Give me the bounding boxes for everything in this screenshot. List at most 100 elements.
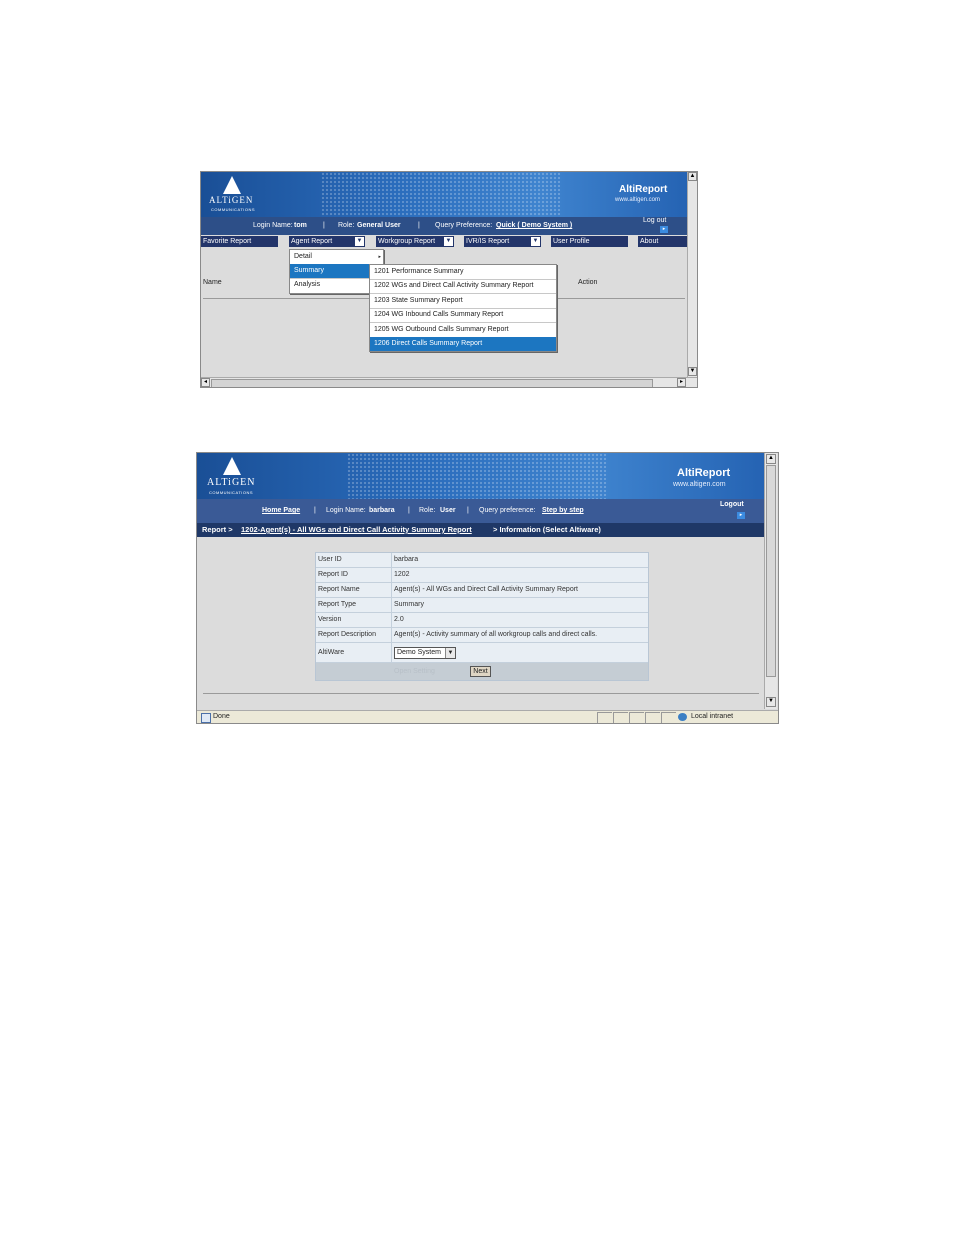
brand-title: AltiReport bbox=[619, 184, 668, 195]
role-label: Role: bbox=[419, 507, 436, 514]
logout-link[interactable]: Logout bbox=[720, 501, 744, 508]
menu-user-profile[interactable]: User Profile bbox=[551, 236, 628, 247]
scroll-up-icon[interactable]: ▲ bbox=[688, 172, 697, 181]
status-text: Done bbox=[213, 713, 230, 720]
login-value: tom bbox=[294, 222, 307, 229]
column-name: Name bbox=[203, 279, 222, 286]
logout-arrow-icon[interactable]: ▸ bbox=[737, 512, 745, 519]
row-value: Agent(s) - All WGs and Direct Call Activ… bbox=[394, 586, 578, 593]
breadcrumb: Report > 1202-Agent(s) - All WGs and Dir… bbox=[197, 523, 764, 537]
query-label: Query Preference: bbox=[435, 222, 493, 229]
query-preference-link[interactable]: Quick ( Demo System ) bbox=[496, 222, 572, 229]
submenu-detail[interactable]: Detail ▸ bbox=[290, 250, 383, 264]
report-menu-bar: Favorite Report Agent Report ▼ Workgroup … bbox=[201, 235, 687, 248]
table-row-altiware: AltiWare Demo System ▼ bbox=[316, 643, 648, 663]
login-label: Login Name: bbox=[326, 507, 366, 514]
query-label: Query preference: bbox=[479, 507, 536, 514]
brand-url: www.altigen.com bbox=[615, 197, 661, 203]
report-item-selected[interactable]: 1206 Direct Calls Summary Report bbox=[370, 337, 556, 351]
breadcrumb-report-link[interactable]: 1202-Agent(s) - All WGs and Direct Call … bbox=[241, 523, 472, 537]
menu-agent-report[interactable]: Agent Report ▼ bbox=[289, 236, 365, 247]
altiware-label: AltiWare bbox=[318, 643, 392, 662]
scroll-left-icon[interactable]: ◂ bbox=[201, 378, 210, 387]
separator: | bbox=[408, 507, 410, 514]
user-info-bar: Login Name: tom | Role: General User | Q… bbox=[201, 217, 687, 235]
scroll-down-icon[interactable]: ▼ bbox=[688, 367, 697, 376]
breadcrumb-root[interactable]: Report > bbox=[202, 523, 233, 537]
table-row: Report Name Agent(s) - All WGs and Direct… bbox=[316, 583, 648, 598]
next-button[interactable]: Next bbox=[470, 666, 491, 677]
row-value: 1202 bbox=[394, 571, 410, 578]
brand-title: AltiReport bbox=[677, 467, 731, 479]
report-item[interactable]: 1203 State Summary Report bbox=[370, 294, 556, 308]
header-banner: ALTiGEN COMMUNICATIONS AltiReport www.al… bbox=[201, 172, 687, 217]
scroll-thumb[interactable] bbox=[766, 465, 776, 677]
page-icon bbox=[201, 713, 211, 723]
row-value: 2.0 bbox=[394, 616, 404, 623]
logout-link[interactable]: Log out bbox=[643, 217, 666, 224]
table-row: Version 2.0 bbox=[316, 613, 648, 628]
horizontal-scrollbar[interactable]: ◂ ▸ bbox=[201, 377, 697, 387]
dropdown-arrow-icon[interactable]: ▼ bbox=[444, 237, 453, 246]
column-action: Action bbox=[578, 279, 598, 286]
separator: | bbox=[314, 507, 316, 514]
row-key: Report Type bbox=[318, 598, 392, 612]
query-preference-link[interactable]: Step by step bbox=[542, 507, 584, 514]
menu-workgroup-report[interactable]: Workgroup Report ▼ bbox=[376, 236, 454, 247]
open-setting-button: Open Setting bbox=[394, 668, 435, 675]
report-item[interactable]: 1201 Performance Summary bbox=[370, 265, 556, 279]
menu-ivr-report[interactable]: IVR/IS Report ▼ bbox=[464, 236, 541, 247]
row-key: Version bbox=[318, 613, 392, 627]
row-key: Report ID bbox=[318, 568, 392, 582]
home-page-link[interactable]: Home Page bbox=[262, 507, 300, 514]
row-value: barbara bbox=[394, 556, 419, 563]
summary-reports-submenu: 1201 Performance Summary 1202 WGs and Di… bbox=[369, 264, 557, 352]
role-label: Role: bbox=[338, 222, 355, 229]
report-info-table: User ID barbara Report ID 1202 Report Name… bbox=[315, 552, 649, 681]
dropdown-arrow-icon[interactable]: ▼ bbox=[445, 648, 455, 658]
vertical-scrollbar[interactable]: ▲ ▼ bbox=[764, 453, 777, 709]
brand-url: www.altigen.com bbox=[673, 481, 726, 488]
scroll-up-icon[interactable]: ▲ bbox=[766, 454, 776, 464]
main-content: User ID barbara Report ID 1202 Report Name… bbox=[197, 537, 764, 707]
separator: | bbox=[418, 222, 420, 229]
scroll-thumb[interactable] bbox=[211, 379, 653, 387]
table-row: Report ID 1202 bbox=[316, 568, 648, 583]
status-bar: Done Local intranet bbox=[197, 710, 778, 723]
table-row: Report Type Summary bbox=[316, 598, 648, 613]
header-banner: ALTiGEN COMMUNICATIONS AltiReport www.al… bbox=[197, 453, 764, 499]
altiware-select[interactable]: Demo System ▼ bbox=[394, 647, 456, 659]
login-label: Login Name: bbox=[253, 222, 293, 229]
vertical-scrollbar[interactable]: ▲ ▼ bbox=[687, 172, 697, 377]
divider bbox=[203, 693, 759, 694]
menu-favorite-report[interactable]: Favorite Report bbox=[201, 236, 278, 247]
globe-icon bbox=[678, 713, 687, 721]
row-key: Report Name bbox=[318, 583, 392, 597]
screenshot-report-information: ALTiGEN COMMUNICATIONS AltiReport www.al… bbox=[196, 452, 779, 724]
row-value: Summary bbox=[394, 601, 424, 608]
report-item[interactable]: 1202 WGs and Direct Call Activity Summar… bbox=[370, 279, 556, 293]
report-item[interactable]: 1205 WG Outbound Calls Summary Report bbox=[370, 323, 556, 337]
table-row: Report Description Agent(s) - Activity su… bbox=[316, 628, 648, 643]
submenu-arrow-icon: ▸ bbox=[378, 254, 381, 260]
scroll-right-icon[interactable]: ▸ bbox=[677, 378, 686, 387]
role-value: General User bbox=[357, 222, 401, 229]
dropdown-arrow-icon[interactable]: ▼ bbox=[355, 237, 364, 246]
button-bar: Open Setting Next bbox=[316, 663, 648, 680]
dropdown-arrow-icon[interactable]: ▼ bbox=[531, 237, 540, 246]
row-value: Agent(s) - Activity summary of all workg… bbox=[394, 631, 598, 638]
scroll-down-icon[interactable]: ▼ bbox=[766, 697, 776, 707]
breadcrumb-current: > Information (Select Altiware) bbox=[493, 525, 601, 534]
user-info-bar: Home Page | Login Name: barbara | Role: … bbox=[197, 499, 764, 523]
table-row: User ID barbara bbox=[316, 553, 648, 568]
logout-arrow-icon[interactable]: ▸ bbox=[660, 226, 668, 233]
row-key: Report Description bbox=[318, 628, 392, 642]
role-value: User bbox=[440, 507, 456, 514]
row-key: User ID bbox=[318, 553, 392, 567]
login-value: barbara bbox=[369, 507, 395, 514]
separator: | bbox=[323, 222, 325, 229]
report-item[interactable]: 1204 WG Inbound Calls Summary Report bbox=[370, 308, 556, 322]
menu-about[interactable]: About bbox=[638, 236, 687, 247]
separator: | bbox=[467, 507, 469, 514]
zone-text: Local intranet bbox=[691, 713, 734, 720]
